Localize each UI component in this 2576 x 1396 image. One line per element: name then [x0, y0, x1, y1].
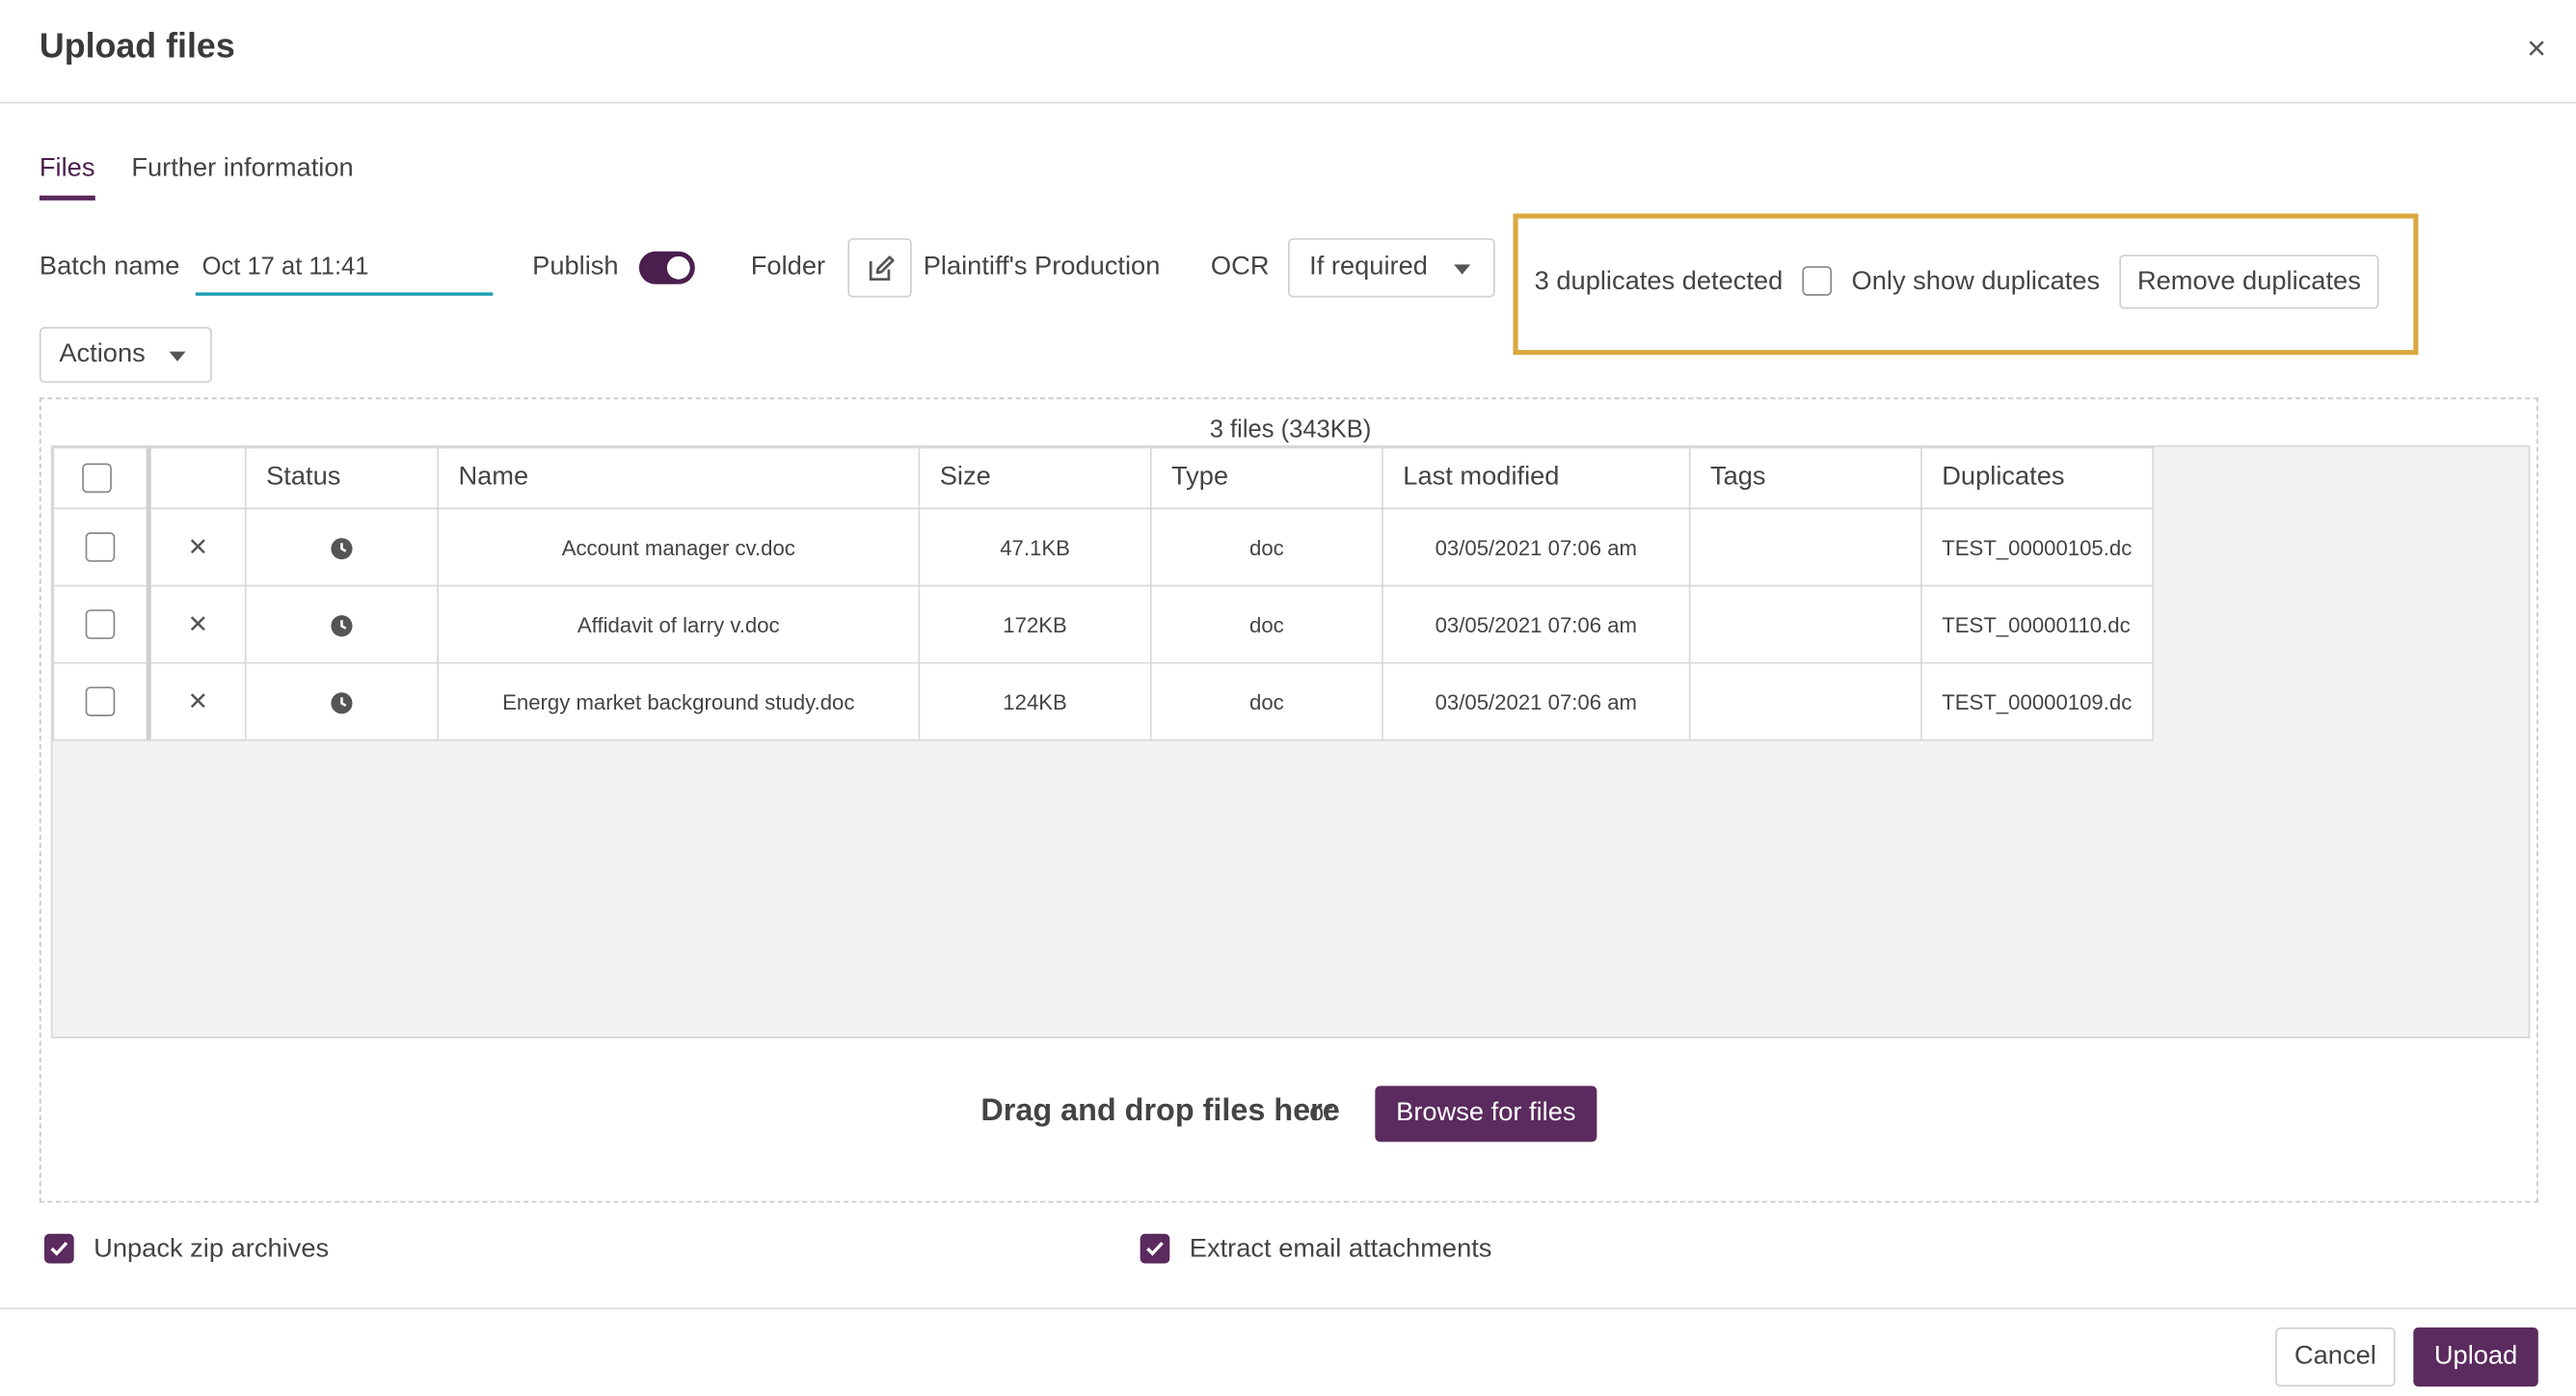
- table-row: ✕ Affidavit of larry v.doc 172KB doc 03/…: [52, 584, 2155, 664]
- upload-dialog: Upload files × Files Further information…: [0, 0, 2576, 1395]
- chevron-down-icon: [169, 351, 186, 362]
- drag-drop-text: Drag and drop files here: [980, 1093, 1340, 1129]
- files-table: Status Name Size Type Last modified Tags…: [52, 446, 2155, 741]
- modified-cell: 03/05/2021 07:06 am: [1382, 584, 1691, 664]
- table-header-row: Status Name Size Type Last modified Tags…: [52, 446, 2155, 510]
- clock-icon: [331, 691, 353, 714]
- column-header-last-modified[interactable]: Last modified: [1382, 446, 1691, 510]
- column-header-size[interactable]: Size: [918, 446, 1152, 510]
- remove-column-header: [148, 446, 247, 510]
- remove-cell: ✕: [148, 584, 247, 664]
- remove-file-icon[interactable]: ✕: [188, 688, 208, 716]
- size-cell: 124KB: [918, 661, 1152, 741]
- type-cell: doc: [1149, 507, 1383, 587]
- edit-folder-button[interactable]: [847, 238, 912, 298]
- ocr-label: OCR: [1210, 253, 1270, 282]
- tags-cell: [1688, 507, 1922, 587]
- size-cell: 47.1KB: [918, 507, 1152, 587]
- clock-icon: [331, 537, 353, 559]
- publish-toggle[interactable]: [638, 251, 695, 284]
- size-cell: 172KB: [918, 584, 1152, 664]
- row-checkbox[interactable]: [85, 609, 116, 639]
- column-header-tags[interactable]: Tags: [1688, 446, 1922, 510]
- browse-files-button[interactable]: Browse for files: [1375, 1086, 1597, 1142]
- ocr-select[interactable]: If required: [1288, 238, 1495, 298]
- files-summary: 3 files (343KB): [1209, 416, 1372, 444]
- duplicates-cell: TEST_00000105.dc: [1920, 507, 2155, 587]
- column-header-type[interactable]: Type: [1149, 446, 1383, 510]
- cancel-button[interactable]: Cancel: [2275, 1327, 2396, 1387]
- modified-cell: 03/05/2021 07:06 am: [1382, 661, 1691, 741]
- or-text: or: [1309, 1099, 1333, 1128]
- name-cell: Affidavit of larry v.doc: [437, 584, 921, 664]
- ocr-select-value: If required: [1309, 253, 1428, 282]
- column-header-name[interactable]: Name: [437, 446, 921, 510]
- column-header-duplicates[interactable]: Duplicates: [1920, 446, 2155, 510]
- check-icon: [50, 1241, 68, 1256]
- row-select-cell: [52, 507, 151, 587]
- remove-cell: ✕: [148, 507, 247, 587]
- clock-icon: [331, 614, 353, 636]
- unpack-zip-label: Unpack zip archives: [94, 1235, 330, 1264]
- folder-label: Folder: [750, 253, 826, 282]
- column-header-status[interactable]: Status: [244, 446, 439, 510]
- row-checkbox[interactable]: [85, 532, 116, 562]
- table-row: ✕ Account manager cv.doc 47.1KB doc 03/0…: [52, 507, 2155, 587]
- type-cell: doc: [1149, 584, 1383, 664]
- tags-cell: [1688, 584, 1922, 664]
- select-all-checkbox[interactable]: [82, 463, 112, 494]
- table-row: ✕ Energy market background study.doc 124…: [52, 661, 2155, 741]
- batch-name-label: Batch name: [39, 253, 180, 282]
- chevron-down-icon: [1454, 264, 1471, 275]
- remove-cell: ✕: [148, 661, 247, 741]
- duplicates-cell: TEST_00000110.dc: [1920, 584, 2155, 664]
- duplicates-cell: TEST_00000109.dc: [1920, 661, 2155, 741]
- close-icon[interactable]: ×: [2523, 31, 2549, 67]
- remove-file-icon[interactable]: ✕: [188, 611, 208, 639]
- upload-button[interactable]: Upload: [2413, 1327, 2538, 1387]
- footer-divider: [0, 1307, 2576, 1310]
- type-cell: doc: [1149, 661, 1383, 741]
- duplicates-detected-text: 3 duplicates detected: [1534, 267, 1784, 296]
- dialog-header: Upload files ×: [0, 0, 2576, 104]
- actions-label: Actions: [59, 339, 146, 368]
- tags-cell: [1688, 661, 1922, 741]
- dialog-title: Upload files: [39, 27, 235, 67]
- row-select-cell: [52, 584, 151, 664]
- batch-name-input[interactable]: [195, 241, 494, 296]
- drop-zone[interactable]: 3 files (343KB) Status Name Size Type La…: [39, 397, 2538, 1203]
- toggle-knob: [666, 255, 690, 280]
- files-grid: Status Name Size Type Last modified Tags…: [50, 444, 2531, 1038]
- status-cell: [244, 661, 439, 741]
- extract-email-label: Extract email attachments: [1189, 1235, 1492, 1264]
- tab-files[interactable]: Files: [39, 154, 94, 201]
- select-all-cell: [52, 446, 151, 510]
- extract-email-checkbox[interactable]: [1140, 1233, 1170, 1264]
- modified-cell: 03/05/2021 07:06 am: [1382, 507, 1691, 587]
- actions-dropdown[interactable]: Actions: [39, 327, 212, 384]
- unpack-zip-checkbox[interactable]: [44, 1233, 74, 1264]
- edit-icon: [869, 255, 895, 282]
- remove-duplicates-button[interactable]: Remove duplicates: [2119, 255, 2379, 309]
- remove-file-icon[interactable]: ✕: [188, 534, 208, 562]
- name-cell: Account manager cv.doc: [437, 507, 921, 587]
- publish-label: Publish: [532, 253, 619, 282]
- status-cell: [244, 507, 439, 587]
- row-select-cell: [52, 661, 151, 741]
- name-cell: Energy market background study.doc: [437, 661, 921, 741]
- tab-further-information[interactable]: Further information: [131, 154, 353, 184]
- only-show-duplicates-checkbox[interactable]: [1802, 266, 1833, 296]
- status-cell: [244, 584, 439, 664]
- only-show-duplicates-label: Only show duplicates: [1851, 267, 2101, 296]
- folder-name: Plaintiff's Production: [923, 253, 1161, 282]
- row-checkbox[interactable]: [85, 686, 116, 716]
- check-icon: [1146, 1241, 1164, 1256]
